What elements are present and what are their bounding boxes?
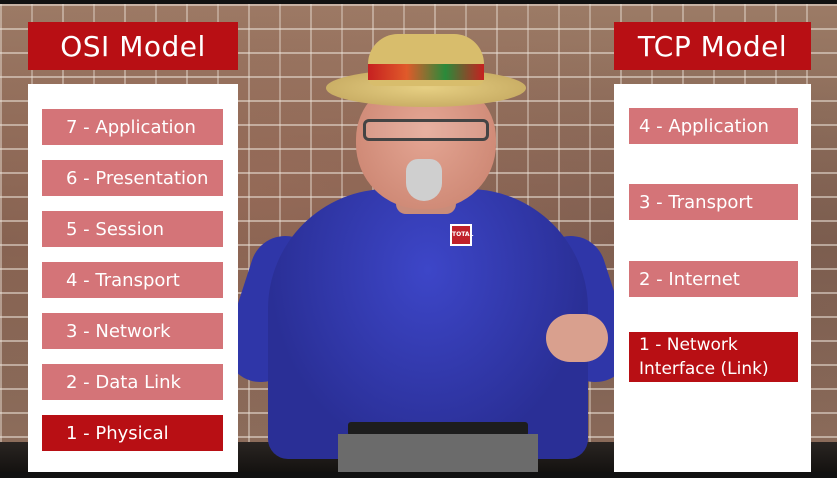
tcp-model-panel: 4 - Application 3 - Transport 2 - Intern… — [614, 84, 811, 472]
osi-layer-7: 7 - Application — [42, 109, 223, 145]
tcp-model-title: TCP Model — [614, 22, 811, 70]
osi-layer-4: 4 - Transport — [42, 262, 223, 298]
tcp-layer-2: 2 - Internet — [629, 261, 798, 297]
shirt-logo-icon: TOTAL — [450, 224, 473, 246]
osi-layer-3: 3 - Network — [42, 313, 223, 349]
presenter-pants — [338, 434, 538, 472]
tcp-layer-3: 3 - Transport — [629, 184, 798, 220]
osi-model-panel: 7 - Application 6 - Presentation 5 - Ses… — [28, 84, 238, 472]
tcp-layer-1: 1 - Network Interface (Link) — [629, 332, 798, 382]
presenter-beard — [406, 159, 442, 201]
osi-layer-5: 5 - Session — [42, 211, 223, 247]
video-frame: TOTAL OSI Model 7 - Application 6 - Pres… — [0, 0, 837, 478]
glasses-icon — [363, 119, 489, 141]
osi-model-title: OSI Model — [28, 22, 238, 70]
osi-layer-6: 6 - Presentation — [42, 160, 223, 196]
presenter-hand — [546, 314, 608, 362]
osi-layer-2: 2 - Data Link — [42, 364, 223, 400]
tcp-layer-4: 4 - Application — [629, 108, 798, 144]
hat-band — [368, 64, 484, 80]
presenter-shirt — [268, 189, 588, 459]
presenter: TOTAL — [216, 24, 640, 472]
osi-layer-1: 1 - Physical — [42, 415, 223, 451]
